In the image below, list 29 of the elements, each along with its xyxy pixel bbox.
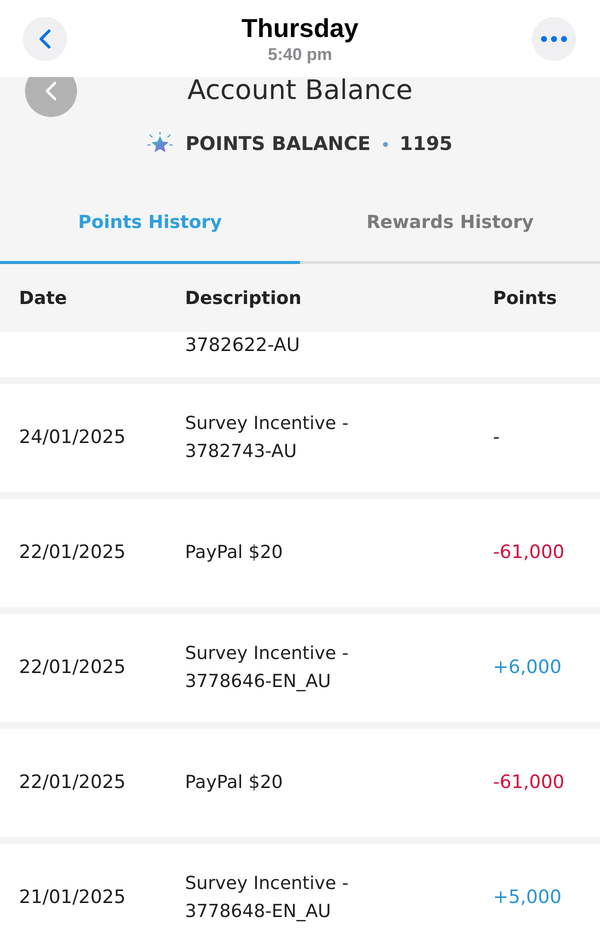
column-header: Date <box>19 288 68 308</box>
nav-subtitle: 5:40 pm <box>268 44 332 64</box>
description-cell-text: Survey Incentive - 3778646-EN_AU <box>185 642 350 694</box>
column-header: Description <box>185 288 302 308</box>
points-cell-text: +5,000 <box>493 886 562 910</box>
points-balance-value: 1195 <box>400 133 453 155</box>
description-cell-text: Survey Incentive - 3782743-AU <box>185 412 350 464</box>
chevron-left-icon <box>39 28 51 48</box>
back-button[interactable] <box>23 16 67 60</box>
points-cell-text: -61,000 <box>493 541 566 565</box>
date-cell-text: 22/01/2025 <box>19 656 127 680</box>
more-button[interactable] <box>532 16 576 60</box>
description-cell-text: Survey Incentive - 3778648-EN_AU <box>185 872 350 924</box>
page-title: Account Balance <box>187 76 413 106</box>
date-cell-text: 21/01/2025 <box>19 886 127 910</box>
description-cell-text: PayPal $20 <box>185 541 284 565</box>
description-cell-text: 3782622-AU <box>185 334 301 358</box>
column-header: Points <box>493 288 558 308</box>
nav-title: Thursday <box>241 12 359 42</box>
points-cell-text: - <box>493 426 501 450</box>
date-cell-text: 22/01/2025 <box>19 771 127 795</box>
more-icon <box>541 36 567 42</box>
points-cell-text: +6,000 <box>493 656 562 680</box>
separator-dot-icon <box>382 142 388 146</box>
date-cell-text: 22/01/2025 <box>19 541 127 565</box>
date-cell-text: 24/01/2025 <box>19 426 127 450</box>
description-cell-text: PayPal $20 <box>185 771 284 795</box>
points-cell-text: -61,000 <box>493 771 566 795</box>
points-balance-label: POINTS BALANCE <box>185 133 371 155</box>
